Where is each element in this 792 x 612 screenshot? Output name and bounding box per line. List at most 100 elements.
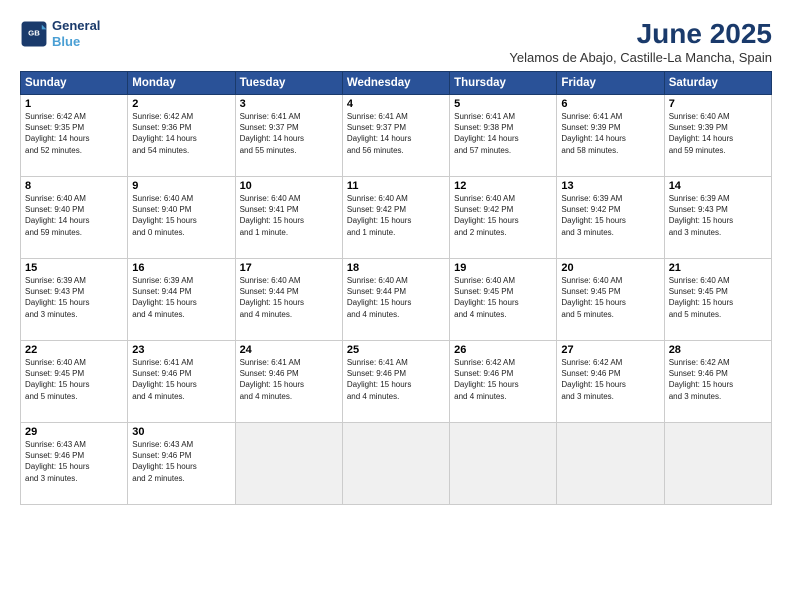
day-number: 15 xyxy=(25,262,123,274)
calendar-cell: 23Sunrise: 6:41 AM Sunset: 9:46 PM Dayli… xyxy=(128,341,235,423)
cell-info: Sunrise: 6:40 AM Sunset: 9:40 PM Dayligh… xyxy=(25,193,123,238)
calendar-cell: 10Sunrise: 6:40 AM Sunset: 9:41 PM Dayli… xyxy=(235,177,342,259)
calendar-cell: 9Sunrise: 6:40 AM Sunset: 9:40 PM Daylig… xyxy=(128,177,235,259)
day-number: 8 xyxy=(25,180,123,192)
page: GB General Blue June 2025 Yelamos de Aba… xyxy=(0,0,792,612)
calendar-cell: 15Sunrise: 6:39 AM Sunset: 9:43 PM Dayli… xyxy=(21,259,128,341)
month-title: June 2025 xyxy=(509,18,772,50)
cell-info: Sunrise: 6:40 AM Sunset: 9:41 PM Dayligh… xyxy=(240,193,338,238)
calendar-cell: 8Sunrise: 6:40 AM Sunset: 9:40 PM Daylig… xyxy=(21,177,128,259)
day-number: 21 xyxy=(669,262,767,274)
day-number: 29 xyxy=(25,426,123,438)
day-number: 19 xyxy=(454,262,552,274)
logo-text: General Blue xyxy=(52,18,100,49)
cell-info: Sunrise: 6:41 AM Sunset: 9:39 PM Dayligh… xyxy=(561,111,659,156)
calendar-cell: 7Sunrise: 6:40 AM Sunset: 9:39 PM Daylig… xyxy=(664,95,771,177)
calendar-cell: 3Sunrise: 6:41 AM Sunset: 9:37 PM Daylig… xyxy=(235,95,342,177)
day-number: 5 xyxy=(454,98,552,110)
calendar-cell: 29Sunrise: 6:43 AM Sunset: 9:46 PM Dayli… xyxy=(21,423,128,505)
day-number: 20 xyxy=(561,262,659,274)
calendar-cell: 18Sunrise: 6:40 AM Sunset: 9:44 PM Dayli… xyxy=(342,259,449,341)
day-number: 9 xyxy=(132,180,230,192)
header-saturday: Saturday xyxy=(664,72,771,95)
cell-info: Sunrise: 6:42 AM Sunset: 9:46 PM Dayligh… xyxy=(561,357,659,402)
svg-text:GB: GB xyxy=(28,28,40,37)
day-number: 2 xyxy=(132,98,230,110)
cell-info: Sunrise: 6:43 AM Sunset: 9:46 PM Dayligh… xyxy=(25,439,123,484)
calendar-cell: 5Sunrise: 6:41 AM Sunset: 9:38 PM Daylig… xyxy=(450,95,557,177)
calendar-cell: 27Sunrise: 6:42 AM Sunset: 9:46 PM Dayli… xyxy=(557,341,664,423)
cell-info: Sunrise: 6:39 AM Sunset: 9:43 PM Dayligh… xyxy=(669,193,767,238)
cell-info: Sunrise: 6:40 AM Sunset: 9:42 PM Dayligh… xyxy=(454,193,552,238)
calendar-row-3: 22Sunrise: 6:40 AM Sunset: 9:45 PM Dayli… xyxy=(21,341,772,423)
logo-line1: General xyxy=(52,18,100,34)
day-number: 10 xyxy=(240,180,338,192)
calendar-cell: 11Sunrise: 6:40 AM Sunset: 9:42 PM Dayli… xyxy=(342,177,449,259)
header-friday: Friday xyxy=(557,72,664,95)
calendar-cell: 24Sunrise: 6:41 AM Sunset: 9:46 PM Dayli… xyxy=(235,341,342,423)
location: Yelamos de Abajo, Castille-La Mancha, Sp… xyxy=(509,50,772,65)
day-number: 24 xyxy=(240,344,338,356)
calendar-cell xyxy=(342,423,449,505)
calendar-cell: 6Sunrise: 6:41 AM Sunset: 9:39 PM Daylig… xyxy=(557,95,664,177)
calendar-cell xyxy=(235,423,342,505)
cell-info: Sunrise: 6:42 AM Sunset: 9:35 PM Dayligh… xyxy=(25,111,123,156)
cell-info: Sunrise: 6:40 AM Sunset: 9:45 PM Dayligh… xyxy=(669,275,767,320)
cell-info: Sunrise: 6:39 AM Sunset: 9:44 PM Dayligh… xyxy=(132,275,230,320)
cell-info: Sunrise: 6:43 AM Sunset: 9:46 PM Dayligh… xyxy=(132,439,230,484)
cell-info: Sunrise: 6:41 AM Sunset: 9:46 PM Dayligh… xyxy=(132,357,230,402)
calendar: Sunday Monday Tuesday Wednesday Thursday… xyxy=(20,71,772,505)
logo-line2: Blue xyxy=(52,34,80,49)
calendar-cell: 2Sunrise: 6:42 AM Sunset: 9:36 PM Daylig… xyxy=(128,95,235,177)
header: GB General Blue June 2025 Yelamos de Aba… xyxy=(20,18,772,65)
calendar-cell: 13Sunrise: 6:39 AM Sunset: 9:42 PM Dayli… xyxy=(557,177,664,259)
day-number: 16 xyxy=(132,262,230,274)
calendar-cell: 21Sunrise: 6:40 AM Sunset: 9:45 PM Dayli… xyxy=(664,259,771,341)
day-number: 13 xyxy=(561,180,659,192)
cell-info: Sunrise: 6:40 AM Sunset: 9:42 PM Dayligh… xyxy=(347,193,445,238)
day-number: 7 xyxy=(669,98,767,110)
cell-info: Sunrise: 6:40 AM Sunset: 9:44 PM Dayligh… xyxy=(347,275,445,320)
header-sunday: Sunday xyxy=(21,72,128,95)
day-number: 6 xyxy=(561,98,659,110)
cell-info: Sunrise: 6:40 AM Sunset: 9:40 PM Dayligh… xyxy=(132,193,230,238)
calendar-row-2: 15Sunrise: 6:39 AM Sunset: 9:43 PM Dayli… xyxy=(21,259,772,341)
logo-icon: GB xyxy=(20,20,48,48)
cell-info: Sunrise: 6:41 AM Sunset: 9:38 PM Dayligh… xyxy=(454,111,552,156)
calendar-cell: 1Sunrise: 6:42 AM Sunset: 9:35 PM Daylig… xyxy=(21,95,128,177)
header-tuesday: Tuesday xyxy=(235,72,342,95)
day-number: 1 xyxy=(25,98,123,110)
calendar-cell: 19Sunrise: 6:40 AM Sunset: 9:45 PM Dayli… xyxy=(450,259,557,341)
day-number: 4 xyxy=(347,98,445,110)
calendar-cell: 14Sunrise: 6:39 AM Sunset: 9:43 PM Dayli… xyxy=(664,177,771,259)
weekday-header-row: Sunday Monday Tuesday Wednesday Thursday… xyxy=(21,72,772,95)
day-number: 17 xyxy=(240,262,338,274)
calendar-cell: 25Sunrise: 6:41 AM Sunset: 9:46 PM Dayli… xyxy=(342,341,449,423)
title-block: June 2025 Yelamos de Abajo, Castille-La … xyxy=(509,18,772,65)
calendar-cell: 16Sunrise: 6:39 AM Sunset: 9:44 PM Dayli… xyxy=(128,259,235,341)
cell-info: Sunrise: 6:41 AM Sunset: 9:37 PM Dayligh… xyxy=(347,111,445,156)
cell-info: Sunrise: 6:42 AM Sunset: 9:46 PM Dayligh… xyxy=(454,357,552,402)
day-number: 12 xyxy=(454,180,552,192)
calendar-cell: 20Sunrise: 6:40 AM Sunset: 9:45 PM Dayli… xyxy=(557,259,664,341)
cell-info: Sunrise: 6:40 AM Sunset: 9:45 PM Dayligh… xyxy=(561,275,659,320)
cell-info: Sunrise: 6:41 AM Sunset: 9:46 PM Dayligh… xyxy=(347,357,445,402)
calendar-cell: 12Sunrise: 6:40 AM Sunset: 9:42 PM Dayli… xyxy=(450,177,557,259)
calendar-row-0: 1Sunrise: 6:42 AM Sunset: 9:35 PM Daylig… xyxy=(21,95,772,177)
cell-info: Sunrise: 6:42 AM Sunset: 9:36 PM Dayligh… xyxy=(132,111,230,156)
calendar-row-1: 8Sunrise: 6:40 AM Sunset: 9:40 PM Daylig… xyxy=(21,177,772,259)
day-number: 14 xyxy=(669,180,767,192)
calendar-cell: 17Sunrise: 6:40 AM Sunset: 9:44 PM Dayli… xyxy=(235,259,342,341)
day-number: 11 xyxy=(347,180,445,192)
day-number: 26 xyxy=(454,344,552,356)
header-thursday: Thursday xyxy=(450,72,557,95)
calendar-row-4: 29Sunrise: 6:43 AM Sunset: 9:46 PM Dayli… xyxy=(21,423,772,505)
cell-info: Sunrise: 6:40 AM Sunset: 9:45 PM Dayligh… xyxy=(454,275,552,320)
calendar-cell: 28Sunrise: 6:42 AM Sunset: 9:46 PM Dayli… xyxy=(664,341,771,423)
cell-info: Sunrise: 6:41 AM Sunset: 9:46 PM Dayligh… xyxy=(240,357,338,402)
day-number: 25 xyxy=(347,344,445,356)
day-number: 23 xyxy=(132,344,230,356)
header-monday: Monday xyxy=(128,72,235,95)
cell-info: Sunrise: 6:39 AM Sunset: 9:42 PM Dayligh… xyxy=(561,193,659,238)
day-number: 18 xyxy=(347,262,445,274)
